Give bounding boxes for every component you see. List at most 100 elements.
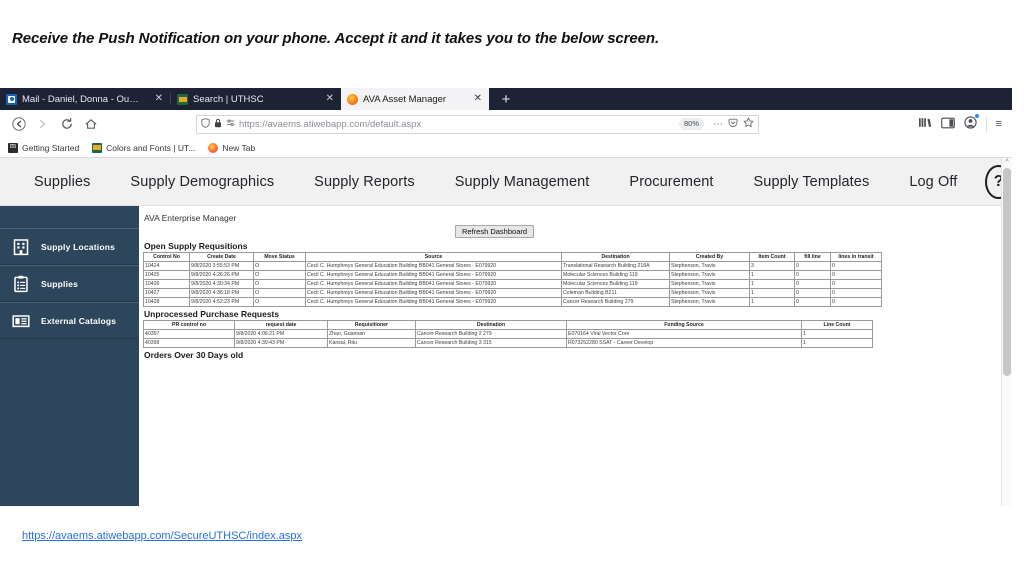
nav-supply-templates[interactable]: Supply Templates (734, 174, 890, 190)
reload-button[interactable] (56, 113, 78, 135)
bookmark-new-tab[interactable]: New Tab (208, 142, 255, 153)
scrollbar-thumb[interactable] (1003, 168, 1011, 376)
col-destination: Destination (415, 320, 567, 330)
building-icon (10, 236, 32, 258)
app-body: Supply Locations Supplies External Catal… (0, 206, 1012, 506)
secure-uthsc-link[interactable]: https://avaems.atiwebapp.com/SecureUTHSC… (22, 530, 302, 542)
unprocessed-purchase-requests-table: PR control no request date Requisitioner… (143, 320, 873, 348)
cell-move-status: O (253, 279, 306, 289)
table-row[interactable]: 10425 9/8/2020 4:26:26 PM O Cecil C. Hum… (143, 270, 882, 280)
cell-control-no: 10427 (143, 288, 190, 298)
cell-create-date: 9/8/2020 4:36:18 PM (189, 288, 254, 298)
table-row[interactable]: 10427 9/8/2020 4:36:18 PM O Cecil C. Hum… (143, 288, 882, 298)
cell-created-by: Stephenson, Travis (669, 279, 750, 289)
cell-fill-line: 0 (794, 297, 831, 307)
cell-funding-source: E070164 Viral Vector Core (566, 329, 802, 339)
cell-pr-control-no: 40397 (143, 329, 235, 339)
col-requisitioner: Requisitioner (327, 320, 416, 330)
tab-title: Mail - Daniel, Donna - Outlook (22, 93, 140, 105)
table-row[interactable]: 10426 9/8/2020 4:30:34 PM O Cecil C. Hum… (143, 279, 882, 289)
close-icon[interactable]: ✕ (316, 94, 334, 104)
cell-funding-source: R073252280 SSAT - Career Develop (566, 338, 802, 348)
sidebar-item-supplies[interactable]: Supplies (0, 265, 139, 302)
scroll-up-arrow[interactable]: ^ (1002, 158, 1012, 167)
back-button[interactable] (8, 113, 30, 135)
table-row[interactable]: 40398 9/8/2020 4:39:43 PM Kansal, Ritu C… (143, 338, 873, 348)
firefox-bookmark-icon (8, 141, 18, 153)
cell-source: Cecil C. Humphreys General Education Bui… (305, 279, 562, 289)
nav-supply-management[interactable]: Supply Management (435, 174, 610, 190)
browser-tab-ava-asset-manager[interactable]: AVA Asset Manager ✕ (341, 88, 489, 110)
cell-destination: Cancer Research Building 3 315 (415, 338, 567, 348)
page-title: AVA Enterprise Manager (144, 213, 237, 223)
zoom-level-badge[interactable]: 80% (678, 118, 704, 130)
address-bar[interactable]: https://avaems.atiwebapp.com/default.asp… (196, 114, 759, 134)
cell-created-by: Stephenson, Travis (669, 270, 750, 280)
refresh-dashboard-button[interactable]: Refresh Dashboard (455, 225, 535, 239)
cell-created-by: Stephenson, Travis (669, 288, 750, 298)
library-icon[interactable] (918, 116, 932, 132)
nav-supply-demographics[interactable]: Supply Demographics (110, 174, 294, 190)
cell-destination: Translational Research Building 218A (561, 261, 670, 271)
col-create-date: Create Date (189, 252, 254, 262)
close-icon[interactable]: ✕ (145, 94, 163, 104)
cell-request-date: 9/8/2020 4:39:43 PM (234, 338, 328, 348)
cell-source: Cecil C. Humphreys General Education Bui… (305, 288, 562, 298)
cell-item-count: 1 (749, 279, 795, 289)
sidebar-item-label: External Catalogs (41, 315, 117, 326)
nav-supplies[interactable]: Supplies (14, 174, 110, 190)
uthsc-icon (177, 93, 188, 105)
site-permissions-icon[interactable] (226, 118, 235, 130)
url-text[interactable]: https://avaems.atiwebapp.com/default.asp… (239, 119, 675, 130)
close-icon[interactable]: ✕ (464, 94, 482, 104)
cell-requisitioner: Zhao, Guannan (327, 329, 416, 339)
cell-line-count: 1 (801, 329, 873, 339)
open-supply-requisitions-table: Control No Create Date Move Status Sourc… (143, 252, 882, 307)
bookmark-label: Getting Started (22, 142, 80, 153)
cell-destination: Molecular Sciences Building 119 (561, 270, 670, 280)
col-move-status: Move Status (253, 252, 306, 262)
browser-tab-uthsc-search[interactable]: Search | UTHSC ✕ (171, 88, 341, 110)
section-heading-unprocessed-requests: Unprocessed Purchase Requests (144, 309, 280, 319)
bookmark-colors-and-fonts[interactable]: Colors and Fonts | UT... (92, 142, 195, 153)
col-item-count: Item Count (749, 252, 795, 262)
sidebar-item-supply-locations[interactable]: Supply Locations (0, 228, 139, 265)
page-scrollbar[interactable]: ^ (1001, 158, 1012, 506)
nav-supply-reports[interactable]: Supply Reports (294, 174, 435, 190)
sidebar-icon[interactable] (940, 117, 955, 132)
cell-destination: Coleman Building B211 (561, 288, 670, 298)
cell-requisitioner: Kansal, Ritu (327, 338, 416, 348)
table-row[interactable]: 10424 9/8/2020 3:55:53 PM O Cecil C. Hum… (143, 261, 882, 271)
tracking-shield-icon[interactable] (201, 118, 210, 130)
uthsc-bookmark-icon (92, 142, 103, 153)
table-header-row: Control No Create Date Move Status Sourc… (143, 252, 882, 262)
pocket-icon[interactable] (728, 118, 738, 131)
cell-source: Cecil C. Humphreys General Education Bui… (305, 297, 562, 307)
section-heading-orders-over-30-days: Orders Over 30 Days old (144, 350, 244, 360)
table-row[interactable]: 10428 9/8/2020 4:52:23 PM O Cecil C. Hum… (143, 297, 882, 307)
hamburger-menu-icon[interactable]: ≡ (996, 118, 1002, 130)
cell-fill-line: 0 (794, 288, 831, 298)
lock-icon[interactable] (214, 118, 222, 130)
browser-tab-outlook[interactable]: Mail - Daniel, Donna - Outlook ✕ (0, 88, 170, 110)
page-actions-icon[interactable]: ⋯ (713, 119, 723, 130)
nav-log-off[interactable]: Log Off (889, 174, 977, 190)
app-sidebar: Supply Locations Supplies External Catal… (0, 206, 139, 506)
slide-caption: Receive the Push Notification on your ph… (12, 30, 660, 47)
cell-lines-in-transit: 0 (830, 261, 882, 271)
account-icon[interactable] (963, 114, 979, 132)
nav-procurement[interactable]: Procurement (609, 174, 733, 190)
sidebar-item-external-catalogs[interactable]: External Catalogs (0, 302, 139, 339)
cell-control-no: 10428 (143, 297, 190, 307)
table-row[interactable]: 40397 9/8/2020 4:06:21 PM Zhao, Guannan … (143, 329, 873, 339)
cell-move-status: O (253, 270, 306, 280)
new-tab-button[interactable]: + (489, 88, 523, 110)
home-button[interactable] (80, 113, 102, 135)
forward-button[interactable] (32, 113, 54, 135)
browser-tab-strip: Mail - Daniel, Donna - Outlook ✕ Search … (0, 88, 1012, 110)
browser-toolbar-right: ≡ (918, 114, 1004, 132)
cell-fill-line: 0 (794, 261, 831, 271)
browser-nav-toolbar: https://avaems.atiwebapp.com/default.asp… (0, 110, 1012, 138)
bookmark-star-icon[interactable] (743, 117, 754, 131)
bookmark-getting-started[interactable]: Getting Started (8, 141, 80, 153)
